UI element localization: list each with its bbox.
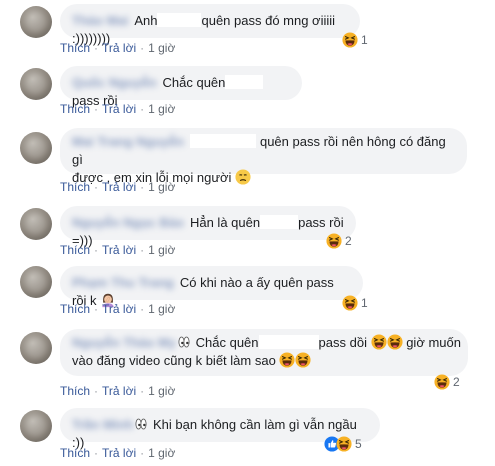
redaction-block [157, 13, 202, 27]
comment-timestamp[interactable]: 1 giờ [148, 302, 175, 316]
like-button[interactable]: Thích [60, 384, 90, 398]
comment-bubble: Nguyễn Ngọc Bảo Hẳn là quên pass rồi =))) [60, 206, 356, 248]
haha-icon [342, 295, 358, 311]
comment-text: Chắc quên [162, 75, 226, 90]
like-button[interactable]: Thích [60, 243, 90, 257]
reply-button[interactable]: Trả lời [102, 102, 136, 116]
comment-actions: Thích · Trả lời · 1 giờ [60, 446, 176, 460]
commenter-name[interactable]: Thảo Mai [72, 12, 128, 30]
like-button[interactable]: Thích [60, 102, 90, 116]
comment-actions: Thích · Trả lời · 1 giờ [60, 102, 176, 116]
like-button[interactable]: Thích [60, 41, 90, 55]
comment-timestamp[interactable]: 1 giờ [148, 384, 175, 398]
avatar[interactable] [20, 332, 52, 364]
reaction-count: 5 [355, 437, 362, 451]
sad-face-icon [235, 169, 251, 185]
like-button[interactable]: Thích [60, 302, 90, 316]
eyes-icon [178, 335, 190, 349]
comment-text: Hẳn là quên [189, 215, 261, 230]
redaction-block [189, 134, 256, 148]
reaction-summary[interactable]: 1 [342, 31, 368, 49]
reaction-count: 2 [453, 375, 460, 389]
eyes-icon [135, 417, 147, 431]
commenter-name[interactable]: Mai Trang Nguyễn [72, 133, 184, 151]
reaction-count: 1 [361, 33, 368, 47]
haha-icon [326, 233, 342, 249]
reaction-count: 2 [345, 234, 352, 248]
like-button[interactable]: Thích [60, 446, 90, 460]
haha-icon [295, 352, 311, 368]
reaction-summary[interactable]: 5 [324, 435, 362, 453]
comment-bubble: Phạm Thu Trang Có khi nào a ấy quên pass … [60, 266, 363, 308]
comment-actions: Thích · Trả lời · 1 giờ [60, 243, 176, 257]
haha-icon [279, 352, 295, 368]
comment-text: Anh [134, 13, 158, 28]
reply-button[interactable]: Trả lời [102, 302, 136, 316]
avatar[interactable] [20, 68, 52, 100]
haha-icon [387, 334, 403, 350]
reaction-count: 1 [361, 296, 368, 310]
haha-icon [342, 32, 358, 48]
haha-icon [371, 334, 387, 350]
comment-text: vào đăng video cũng k biết làm sao [72, 353, 276, 368]
reply-button[interactable]: Trả lời [102, 243, 136, 257]
avatar[interactable] [20, 410, 52, 442]
comment-timestamp[interactable]: 1 giờ [148, 180, 175, 194]
comment-actions: Thích · Trả lời · 1 giờ [60, 384, 176, 398]
commenter-name[interactable]: Nguyễn Thảo My [72, 334, 176, 352]
comment-bubble: Quốc Nguyễn Chắc quênpass rồi [60, 66, 302, 108]
comment-timestamp[interactable]: 1 giờ [148, 446, 175, 460]
comment-timestamp[interactable]: 1 giờ [148, 102, 175, 116]
like-button[interactable]: Thích [60, 180, 90, 194]
comment-bubble: Nguyễn Thảo My Chắc quên pass dồi giờ muố… [60, 329, 468, 376]
comment-text: pass dồi [318, 335, 367, 350]
comment-actions: Thích · Trả lời · 1 giờ [60, 302, 176, 316]
reply-button[interactable]: Trả lời [102, 41, 136, 55]
avatar[interactable] [20, 266, 52, 298]
comment-bubble: Mai Trang Nguyễn quên pass rồi nên hông c… [60, 128, 467, 185]
redaction-block [258, 335, 319, 349]
reaction-summary[interactable]: 2 [434, 373, 460, 391]
comment-text: Chắc quên [195, 335, 259, 350]
comment-bubble: Thảo Mai Anh quên pass đó mng ơiiiii :))))… [60, 4, 360, 46]
commenter-name[interactable]: Phạm Thu Trang [72, 274, 174, 292]
comment-text: giờ muốn [406, 335, 461, 350]
redaction-block [260, 215, 299, 229]
avatar[interactable] [20, 6, 52, 38]
avatar[interactable] [20, 132, 52, 164]
reply-button[interactable]: Trả lời [102, 180, 136, 194]
avatar[interactable] [20, 208, 52, 240]
commenter-name[interactable]: Quốc Nguyễn [72, 74, 157, 92]
comment-timestamp[interactable]: 1 giờ [148, 243, 175, 257]
haha-icon [434, 374, 450, 390]
reaction-summary[interactable]: 1 [342, 294, 368, 312]
reaction-summary[interactable]: 2 [326, 232, 352, 250]
comment-actions: Thích · Trả lời · 1 giờ [60, 180, 176, 194]
comment-timestamp[interactable]: 1 giờ [148, 41, 175, 55]
comment-actions: Thích · Trả lời · 1 giờ [60, 41, 176, 55]
commenter-name[interactable]: Trần Minh [72, 416, 133, 434]
commenter-name[interactable]: Nguyễn Ngọc Bảo [72, 214, 184, 232]
reply-button[interactable]: Trả lời [102, 446, 136, 460]
reply-button[interactable]: Trả lời [102, 384, 136, 398]
redaction-block [225, 75, 264, 89]
haha-icon [336, 436, 352, 452]
